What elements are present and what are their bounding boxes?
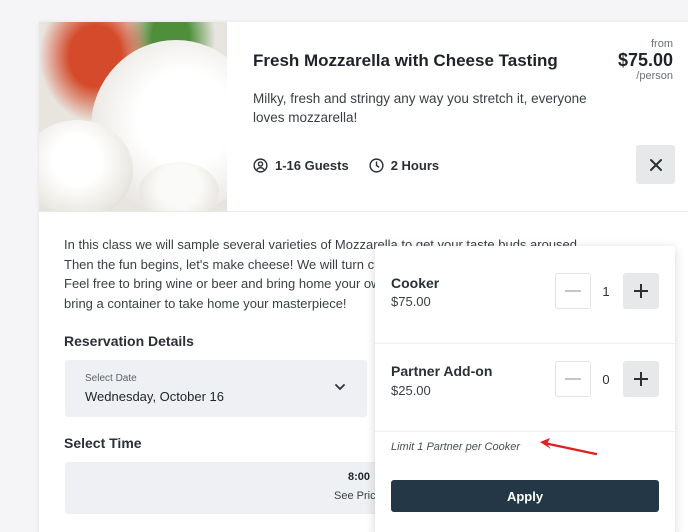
partner-limit-note: Limit 1 Partner per Cooker [391, 441, 520, 453]
ticket-quantity-popover: Cooker $75.00 1 Partner Add-on $25.00 0 … [375, 246, 675, 532]
time-slot-time: 8:00 [348, 471, 371, 483]
duration-info: 2 Hours [369, 158, 439, 173]
class-meta: 1-16 Guests 2 Hours [253, 158, 459, 173]
popover-divider [375, 431, 675, 432]
price-unit: /person [636, 70, 673, 82]
time-slot[interactable]: 8:00 See Pric [65, 462, 385, 514]
apply-button[interactable]: Apply [391, 480, 659, 512]
partner-decrement-button[interactable] [555, 361, 591, 397]
guests-label: 1-16 Guests [275, 158, 349, 173]
select-time-heading: Select Time [64, 435, 142, 451]
user-circle-icon [253, 158, 268, 173]
ticket-price-partner: $25.00 [391, 383, 431, 398]
date-select-label: Select Date [85, 373, 137, 384]
ticket-price-cooker: $75.00 [391, 294, 431, 309]
plus-icon [634, 284, 648, 298]
duration-label: 2 Hours [390, 158, 440, 173]
popover-divider [375, 343, 675, 344]
class-title: Fresh Mozzarella with Cheese Tasting [253, 51, 558, 70]
ticket-name-partner: Partner Add-on [391, 363, 493, 379]
partner-increment-button[interactable] [623, 361, 659, 397]
plus-icon [634, 372, 648, 386]
chevron-down-icon [335, 384, 345, 391]
see-prices-link[interactable]: See Pric [334, 490, 376, 502]
clock-icon [369, 158, 384, 173]
date-select[interactable]: Select Date Wednesday, October 16 [65, 360, 367, 417]
price-value: $75.00 [617, 50, 673, 70]
header-divider [39, 211, 688, 212]
guests-info: 1-16 Guests [253, 158, 349, 173]
mozzarella-photo [39, 22, 227, 211]
minus-icon [565, 290, 581, 292]
class-description: Milky, fresh and stringy any way you str… [253, 91, 587, 125]
minus-icon [565, 378, 581, 380]
cooker-increment-button[interactable] [623, 273, 659, 309]
ticket-name-cooker: Cooker [391, 275, 440, 291]
cooker-quantity: 1 [602, 284, 610, 299]
partner-quantity: 0 [602, 372, 610, 387]
close-button[interactable] [636, 145, 675, 184]
red-arrow-annotation-icon [540, 438, 598, 456]
price-from-label: from [651, 38, 673, 50]
reservation-heading: Reservation Details [64, 333, 194, 349]
close-icon [649, 158, 662, 171]
date-select-value: Wednesday, October 16 [85, 389, 224, 404]
cooker-decrement-button[interactable] [555, 273, 591, 309]
